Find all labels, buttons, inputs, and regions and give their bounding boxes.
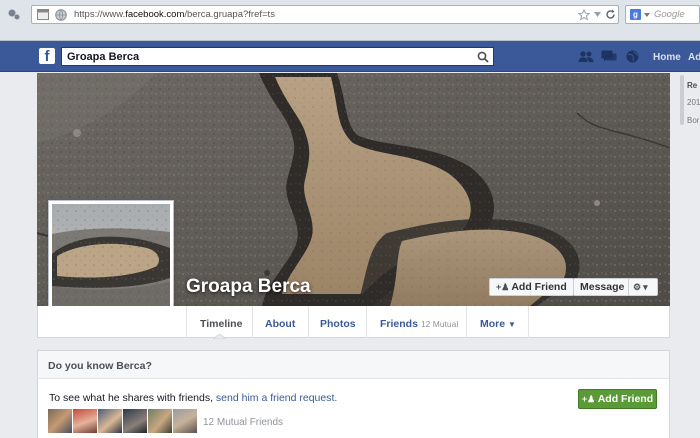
send-friend-request-link[interactable]: send him a friend request. bbox=[216, 392, 337, 404]
active-tab-indicator bbox=[213, 334, 226, 339]
friend-thumbnail[interactable] bbox=[98, 409, 122, 433]
messages-icon[interactable] bbox=[601, 50, 617, 63]
friend-suggestion-header: Do you know Berca? bbox=[38, 351, 669, 379]
gear-icon: ⚙ bbox=[633, 282, 642, 292]
tab-more[interactable]: More ▼ bbox=[480, 318, 516, 330]
notifications-globe-icon[interactable] bbox=[625, 50, 641, 63]
search-engine-dropdown-icon[interactable] bbox=[644, 13, 650, 17]
tab-divider bbox=[252, 306, 253, 338]
add-friend-icon: +♟ bbox=[581, 394, 598, 404]
friend-thumbnail[interactable] bbox=[173, 409, 197, 433]
add-friend-button[interactable]: +♟ Add Friend bbox=[489, 278, 574, 296]
chevron-down-icon: ▼ bbox=[508, 320, 516, 329]
address-bar[interactable]: https://www.facebook.com/berca.gruapa?fr… bbox=[31, 5, 619, 24]
dropdown-arrow-icon[interactable] bbox=[594, 12, 601, 17]
globe-icon bbox=[55, 9, 67, 21]
nav-ad-link[interactable]: Ad bbox=[688, 52, 700, 63]
tab-divider bbox=[186, 306, 187, 338]
timeline-tabs: Timeline About Photos Friends 12 Mutual M… bbox=[37, 306, 670, 338]
message-button[interactable]: Message bbox=[573, 278, 632, 296]
reload-icon[interactable] bbox=[605, 9, 616, 20]
bookmark-star-icon[interactable] bbox=[578, 9, 590, 21]
add-friend-label: Add Friend bbox=[511, 281, 567, 293]
search-placeholder: Google bbox=[654, 9, 685, 20]
message-label: Message bbox=[580, 281, 625, 293]
tab-friends-label: Friends bbox=[380, 318, 418, 330]
chevron-down-icon: ▾ bbox=[643, 282, 648, 292]
tab-divider bbox=[308, 306, 309, 338]
search-icon[interactable] bbox=[477, 51, 489, 63]
friend-suggestion-text: To see what he shares with friends, send… bbox=[49, 392, 338, 404]
tab-divider bbox=[528, 306, 529, 338]
extension-icon[interactable] bbox=[7, 8, 21, 22]
search-input[interactable] bbox=[67, 50, 467, 64]
friend-thumbnail[interactable] bbox=[148, 409, 172, 433]
add-friend-green-label: Add Friend bbox=[597, 393, 654, 405]
profile-pothole-image bbox=[52, 204, 170, 322]
add-friend-icon: +♟ bbox=[496, 282, 510, 292]
add-friend-green-button[interactable]: +♟ Add Friend bbox=[578, 389, 657, 409]
tab-divider bbox=[366, 306, 367, 338]
tab-photos[interactable]: Photos bbox=[320, 318, 356, 330]
friend-thumbnail[interactable] bbox=[48, 409, 72, 433]
facebook-search[interactable] bbox=[61, 47, 494, 66]
sidebar-item[interactable]: 201 bbox=[687, 98, 700, 107]
sidebar-heading: Re bbox=[687, 81, 698, 90]
tab-more-label: More bbox=[480, 318, 506, 330]
scrollbar[interactable] bbox=[680, 75, 684, 125]
page-icon bbox=[37, 9, 49, 20]
profile-name: Groapa Berca bbox=[186, 276, 311, 297]
browser-toolbar: https://www.facebook.com/berca.gruapa?fr… bbox=[0, 0, 700, 41]
tab-timeline[interactable]: Timeline bbox=[200, 318, 242, 330]
mutual-friends-count[interactable]: 12 Mutual Friends bbox=[203, 417, 283, 428]
sidebar-item[interactable]: Bor bbox=[687, 116, 699, 125]
tab-friends[interactable]: Friends 12 Mutual bbox=[380, 318, 458, 330]
settings-dropdown-button[interactable]: ⚙ ▾ bbox=[628, 278, 658, 296]
facebook-header: f Home Ad bbox=[0, 41, 700, 72]
tab-divider bbox=[466, 306, 467, 338]
friend-thumbnail[interactable] bbox=[123, 409, 147, 433]
browser-search-box[interactable]: g Google bbox=[625, 5, 700, 24]
nav-home-link[interactable]: Home bbox=[653, 52, 681, 63]
friend-suggestion-title: Do you know Berca? bbox=[48, 360, 152, 372]
tab-about[interactable]: About bbox=[265, 318, 295, 330]
right-sidebar bbox=[680, 73, 700, 438]
tab-friends-count: 12 Mutual bbox=[420, 319, 459, 329]
url-text: https://www.facebook.com/berca.gruapa?fr… bbox=[74, 9, 275, 20]
facebook-logo[interactable]: f bbox=[39, 48, 55, 65]
google-icon: g bbox=[630, 9, 641, 20]
friend-requests-icon[interactable] bbox=[578, 50, 594, 63]
friend-thumbnail[interactable] bbox=[73, 409, 97, 433]
